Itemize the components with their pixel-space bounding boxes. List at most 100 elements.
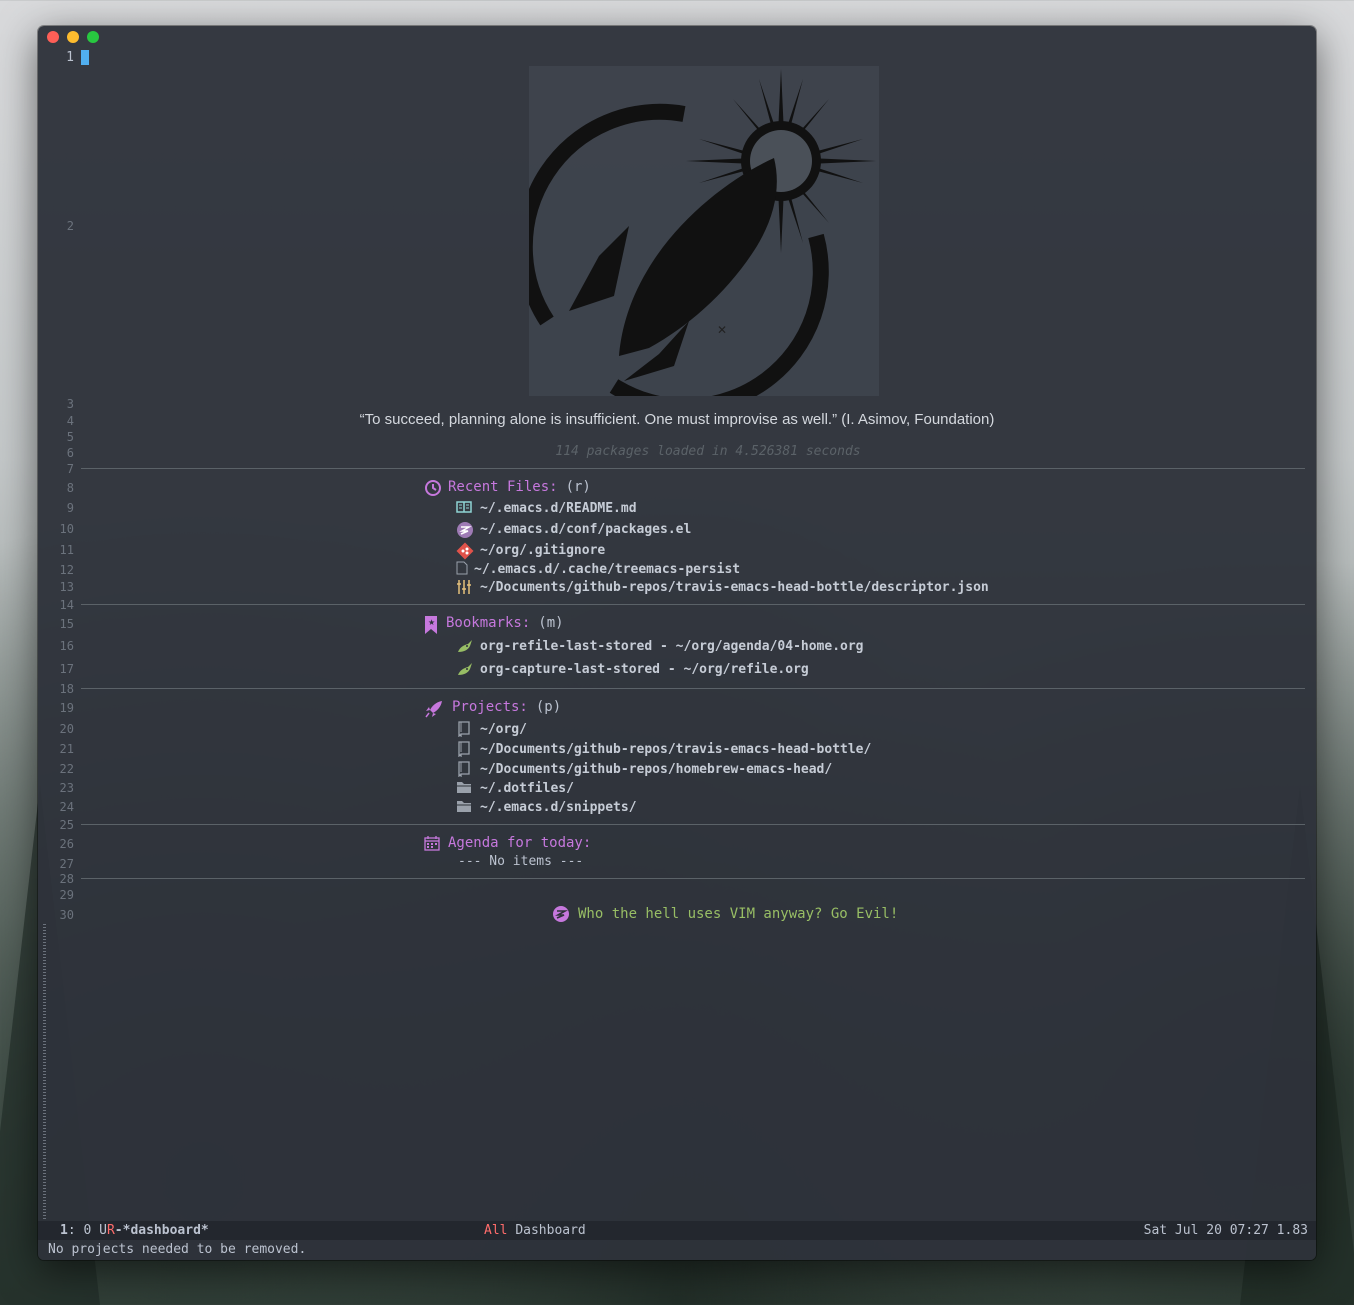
line-number: 3 (66, 397, 74, 411)
line-number: 21 (59, 742, 74, 756)
line-number: 8 (66, 481, 74, 495)
project-item[interactable]: ~/.dotfiles/ (456, 780, 574, 796)
settings-icon (456, 579, 472, 595)
text-cursor (81, 50, 89, 65)
bookmark-label: org-refile-last-stored - ~/org/agenda/04… (480, 638, 864, 654)
line-number: 12 (59, 563, 74, 577)
zoom-window-button[interactable] (87, 31, 99, 43)
echo-area: No projects needed to be removed. (48, 1242, 307, 1257)
line-number: 17 (59, 662, 74, 676)
recent-file-item[interactable]: ~/org/.gitignore (456, 542, 606, 560)
section-divider (81, 824, 1305, 825)
line-number: 10 (59, 522, 74, 536)
line-number: 26 (59, 837, 74, 851)
line-number: 9 (66, 501, 74, 515)
state-r: R (106, 1223, 115, 1238)
rocket-icon (424, 699, 444, 718)
line-number: 16 (59, 639, 74, 653)
buffer-name[interactable]: -*dashboard* (115, 1223, 209, 1238)
project-item[interactable]: ~/Documents/github-repos/homebrew-emacs-… (456, 761, 833, 778)
recent-file-item[interactable]: ~/.emacs.d/README.md (456, 500, 637, 516)
major-mode[interactable]: Dashboard (515, 1223, 585, 1238)
line-number: 28 (59, 872, 74, 886)
recent-file-path: ~/Documents/github-repos/travis-emacs-he… (480, 579, 989, 595)
init-time-text: 114 packages loaded in 4.526381 seconds (555, 444, 861, 459)
line-number: 22 (59, 762, 74, 776)
line-number: 20 (59, 722, 74, 736)
bookmark-label: org-capture-last-stored - ~/org/refile.o… (480, 661, 809, 677)
calendar-icon (424, 835, 440, 851)
project-item[interactable]: ~/Documents/github-repos/travis-emacs-he… (456, 741, 872, 758)
line-number: 30 (59, 908, 74, 922)
projects-shortcut: (p) (535, 699, 562, 715)
line-number: 19 (59, 701, 74, 715)
recent-file-path: ~/.emacs.d/.cache/treemacs-persist (474, 561, 741, 577)
project-item[interactable]: ~/org/ (456, 721, 527, 738)
recent-file-item[interactable]: ~/.emacs.d/.cache/treemacs-persist (456, 561, 740, 577)
line-number: 27 (59, 857, 74, 871)
emacs-icon (552, 905, 570, 923)
line-number: 14 (59, 598, 74, 612)
repo-icon (456, 721, 472, 738)
bookmarks-heading[interactable]: ★ Bookmarks: (m) (424, 615, 564, 634)
section-divider (81, 688, 1305, 689)
bookmark-icon: ★ (424, 615, 438, 634)
org-unicorn-icon (456, 661, 472, 677)
footer-message: Who the hell uses VIM anyway? Go Evil! (578, 906, 899, 922)
rocket-logo-icon: ✕ (516, 69, 876, 415)
projects-title: Projects: (452, 699, 528, 715)
project-path: ~/.emacs.d/snippets/ (480, 799, 637, 815)
bookmark-item[interactable]: org-capture-last-stored - ~/org/refile.o… (456, 661, 809, 677)
line-number: 23 (59, 781, 74, 795)
recent-file-item[interactable]: ~/.emacs.d/conf/packages.el (456, 521, 691, 538)
minimize-window-button[interactable] (67, 31, 79, 43)
org-unicorn-icon (456, 638, 472, 654)
file-icon (456, 561, 468, 577)
section-divider (81, 878, 1305, 879)
close-window-button[interactable] (47, 31, 59, 43)
folder-icon (456, 780, 472, 796)
agenda-empty-text: --- No items --- (458, 854, 584, 869)
section-divider (81, 468, 1305, 469)
mode-line-datetime: Sat Jul 20 07:27 1.83 (1143, 1223, 1308, 1238)
dashboard-quote: “To succeed, planning alone is insuffici… (359, 411, 995, 428)
project-path: ~/.dotfiles/ (480, 780, 574, 796)
recent-file-path: ~/org/.gitignore (480, 542, 606, 558)
recent-file-item[interactable]: ~/Documents/github-repos/travis-emacs-he… (456, 579, 989, 595)
mode-line-middle: All Dashboard (484, 1221, 586, 1240)
repo-icon (456, 741, 472, 758)
line-number: 13 (59, 580, 74, 594)
mode-line: 1: 0 UR-*dashboard* All Dashboard Sat Ju… (38, 1221, 1316, 1240)
window-number: 1 (60, 1223, 68, 1238)
svg-text:★: ★ (428, 618, 435, 627)
recent-files-shortcut: (r) (565, 479, 591, 495)
history-icon (424, 479, 441, 496)
svg-text:✕: ✕ (717, 323, 727, 337)
recent-file-path: ~/.emacs.d/README.md (480, 500, 637, 516)
recent-files-heading[interactable]: Recent Files: (r) (424, 479, 591, 496)
emacs-window: 1 2 3 4 5 6 7 8 9 10 11 12 13 14 15 16 1… (38, 26, 1316, 1260)
buffer-position: All (484, 1223, 508, 1238)
line-number: 11 (59, 543, 74, 557)
dashboard-footer: Who the hell uses VIM anyway? Go Evil! (552, 905, 898, 923)
projects-heading[interactable]: Projects: (p) (424, 699, 562, 718)
bookmarks-shortcut: (m) (538, 615, 564, 631)
git-icon (456, 542, 474, 560)
mode-line-left: 1: 0 UR-*dashboard* (60, 1221, 209, 1240)
project-path: ~/Documents/github-repos/travis-emacs-he… (480, 741, 872, 757)
state-u: U (99, 1223, 107, 1238)
line-number: 5 (66, 430, 74, 444)
dashboard-banner-logo: ✕ (516, 66, 879, 415)
project-path: ~/Documents/github-repos/homebrew-emacs-… (480, 761, 833, 777)
section-divider (81, 604, 1305, 605)
line-number: 15 (59, 617, 74, 631)
agenda-heading[interactable]: Agenda for today: (424, 835, 591, 851)
line-number: 18 (59, 682, 74, 696)
book-icon (456, 500, 472, 516)
project-item[interactable]: ~/.emacs.d/snippets/ (456, 799, 637, 815)
agenda-title: Agenda for today: (448, 835, 592, 851)
recent-files-title: Recent Files: (448, 479, 558, 495)
bookmark-item[interactable]: org-refile-last-stored - ~/org/agenda/04… (456, 638, 864, 654)
bookmarks-title: Bookmarks: (446, 615, 531, 631)
folder-icon (456, 799, 472, 815)
